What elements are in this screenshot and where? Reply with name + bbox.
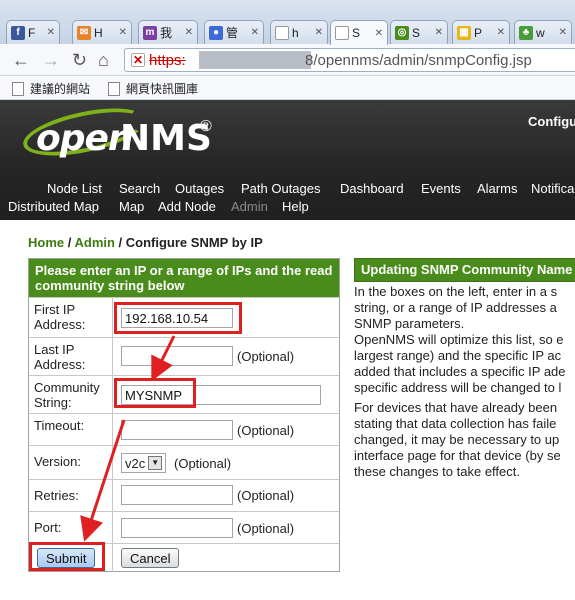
tab-title: S	[352, 26, 361, 40]
help-paragraph: OpenNMS will optimize this list, so e la…	[354, 332, 566, 395]
help-paragraph: In the boxes on the left, enter in a s s…	[354, 284, 558, 331]
arrow-community-to-submit	[80, 419, 126, 542]
help-paragraph: For devices that have already been stati…	[354, 400, 561, 479]
arrow-first-to-community	[151, 335, 176, 382]
help-panel-heading: Updating SNMP Community Name	[354, 258, 575, 282]
browser-tab-active[interactable]: S ✕	[330, 20, 388, 45]
close-icon[interactable]: ✕	[375, 28, 383, 39]
help-panel: Updating SNMP Community Name In the boxe…	[354, 258, 575, 479]
page-icon	[335, 26, 349, 40]
